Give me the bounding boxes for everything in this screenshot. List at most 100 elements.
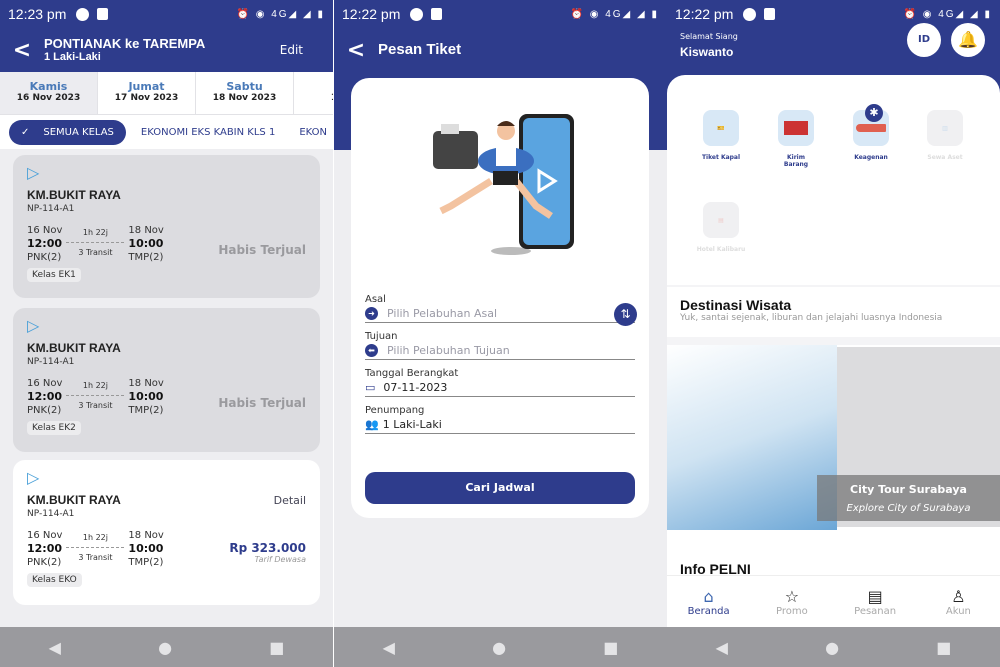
origin-label: Asal (365, 294, 386, 305)
departure-port: PNK(2) (27, 557, 62, 568)
nav-back-icon[interactable]: ◀ (716, 638, 728, 657)
trip-card[interactable]: ▷ KM.BUKIT RAYA NP-114-A1 16 Nov 12:00 PNK… (13, 155, 320, 298)
tab-beranda[interactable]: ⌂ Beranda (679, 587, 739, 617)
duration: 1h 22j (82, 228, 108, 237)
arrival-time: 10:00 (128, 390, 164, 403)
trip-card[interactable]: ▷ KM.BUKIT RAYA NP-114-A1 16 Nov 12:00 PNK… (13, 308, 320, 452)
menu-label: Keagenan (854, 154, 888, 161)
date-day: Sabtu (226, 80, 263, 93)
shop-icon (764, 8, 776, 20)
trip-card[interactable]: ▷ KM.BUKIT RAYA NP-114-A1 16 Nov 12:00 PNK… (13, 460, 320, 605)
receipt-icon: ▤ (867, 586, 883, 606)
voyage-code: NP-114-A1 (27, 509, 75, 519)
origin-input[interactable]: ➜ Pilih Pelabuhan Asal (365, 305, 635, 323)
class-badge: Kelas EK1 (27, 268, 81, 282)
language-button[interactable]: ID (907, 23, 941, 57)
nav-recents-icon[interactable]: ■ (269, 638, 284, 657)
system-icons: ⏰ ◉ 4G◢ ◢ ▮ (236, 8, 325, 20)
greeting-text: Selamat Siang (680, 32, 738, 41)
date-tab[interactable]: M19 N (294, 72, 333, 114)
menu-keagenan[interactable]: ✱ Keagenan (841, 104, 901, 161)
promo-image (667, 345, 837, 530)
hotel-icon: ▤ (703, 202, 739, 238)
class-chip-selected[interactable]: ✓ SEMUA KELAS (9, 119, 126, 145)
arrival-port: TMP(2) (128, 557, 164, 568)
swap-ports-button[interactable]: ⇅ (614, 303, 637, 326)
menu-tiket-kapal[interactable]: 🎫 Tiket Kapal (691, 110, 751, 161)
screen-book-ticket: 12:22 pm ⏰ ◉ 4G◢ ◢ ▮ < Pesan Tiket Asal ➜ P… (334, 0, 667, 667)
departure-time: 12:00 (27, 542, 63, 555)
destination-section: Destinasi Wisata Yuk, santai sejenak, lib… (667, 287, 1000, 337)
nav-back-icon[interactable]: ◀ (49, 638, 61, 657)
duration: 1h 22j (82, 533, 108, 542)
departure-time: 12:00 (27, 237, 63, 250)
nav-home-icon[interactable]: ● (825, 638, 839, 657)
booking-form-card: Asal ➜ Pilih Pelabuhan Asal ⇅ Tujuan ⬅ Pil… (351, 78, 649, 518)
transit-count: 3 Transit (78, 553, 113, 562)
status-time: 12:23 pm (8, 6, 67, 22)
tab-label: Beranda (687, 605, 730, 617)
route-line (66, 395, 125, 396)
date-label: Tanggal Berangkat (365, 368, 459, 379)
shop-icon (97, 8, 109, 20)
container-icon (778, 110, 814, 146)
detail-link[interactable]: Detail (274, 494, 306, 507)
passenger-input[interactable]: 👥 1 Laki-Laki (365, 416, 635, 434)
promo-caption: City Tour Surabaya Explore City of Suraba… (817, 475, 1000, 521)
bell-icon[interactable]: 🔔 (951, 23, 985, 57)
status-bar: 12:23 pm ⏰ ◉ 4G◢ ◢ ▮ (0, 0, 333, 28)
date-tab[interactable]: Kamis 16 Nov 2023 (0, 72, 98, 114)
section-title: Destinasi Wisata (680, 297, 792, 313)
home-icon: ⌂ (703, 586, 714, 606)
status-bar: 12:22 pm ⏰ ◉ 4G◢ ◢ ▮ (667, 0, 1000, 28)
tab-pesanan[interactable]: ▤ Pesanan (845, 587, 905, 617)
shop-icon (431, 8, 443, 20)
ship-name: KM.BUKIT RAYA (27, 188, 121, 202)
date-day: M (294, 80, 333, 93)
class-chip[interactable]: EKONOMI EKS KABIN KLS 1 (141, 127, 275, 138)
departure-date: 16 Nov (27, 225, 63, 236)
nav-home-icon[interactable]: ● (158, 638, 172, 657)
date-input[interactable]: ▭ 07-11-2023 (365, 379, 635, 397)
sold-out-status: Habis Terjual (218, 396, 306, 410)
destination-input[interactable]: ⬅ Pilih Pelabuhan Tujuan (365, 342, 635, 360)
nav-back-icon[interactable]: ◀ (383, 638, 395, 657)
date-value: 17 Nov 2023 (114, 93, 179, 103)
price: Rp 323.000 Tarif Dewasa (229, 541, 306, 564)
promo-carousel[interactable]: City Tour Surabaya Explore City of Suraba… (667, 345, 1000, 530)
class-chip[interactable]: EKON (299, 127, 327, 138)
back-button[interactable]: < (0, 38, 44, 63)
back-button[interactable]: < (334, 38, 378, 63)
date-day: Jumat (128, 80, 165, 93)
info-section: Info PELNI (667, 545, 1000, 577)
edit-button[interactable]: Edit (280, 43, 303, 57)
menu-sewa-aset[interactable]: ▥ Sewa Aset (915, 110, 975, 161)
nav-recents-icon[interactable]: ■ (936, 638, 951, 657)
chip-label: SEMUA KELAS (43, 126, 114, 138)
android-nav: ◀ ● ■ (667, 627, 1000, 667)
section-subtitle: Yuk, santai sejenak, liburan dan jelajah… (680, 313, 943, 323)
menu-label: Kirim Barang (783, 154, 809, 168)
voyage-code: NP-114-A1 (27, 357, 75, 367)
date-tabs: Kamis 16 Nov 2023 Jumat 17 Nov 2023 Sabtu 1… (0, 72, 333, 115)
price-note: Tarif Dewasa (254, 555, 306, 564)
tab-promo[interactable]: ☆ Promo (762, 587, 822, 617)
date-tab[interactable]: Jumat 17 Nov 2023 (98, 72, 196, 114)
departure-date: 16 Nov (27, 378, 63, 389)
menu-kirim-barang[interactable]: Kirim Barang (766, 110, 826, 168)
date-day: Kamis (29, 80, 68, 93)
form: Asal ➜ Pilih Pelabuhan Asal ⇅ Tujuan ⬅ Pil… (365, 286, 637, 434)
system-icons: ⏰ ◉ 4G◢ ◢ ▮ (903, 8, 992, 20)
status-time: 12:22 pm (675, 6, 734, 22)
menu-label: Tiket Kapal (701, 154, 741, 161)
date-tab[interactable]: Sabtu 18 Nov 2023 (196, 72, 294, 114)
arrival-date: 18 Nov (128, 225, 164, 236)
user-name: Kiswanto (680, 45, 734, 59)
nav-recents-icon[interactable]: ■ (603, 638, 618, 657)
search-schedule-button[interactable]: Cari Jadwal (365, 472, 635, 504)
menu-card: 🎫 Tiket Kapal Kirim Barang ✱ Keagenan ▥ Sew… (667, 75, 1000, 285)
route-title: PONTIANAK ke TAREMPA (44, 36, 206, 51)
tab-akun[interactable]: ♙ Akun (928, 587, 988, 617)
menu-hotel[interactable]: ▤ Hotel Kalibaru (691, 202, 751, 253)
nav-home-icon[interactable]: ● (492, 638, 506, 657)
